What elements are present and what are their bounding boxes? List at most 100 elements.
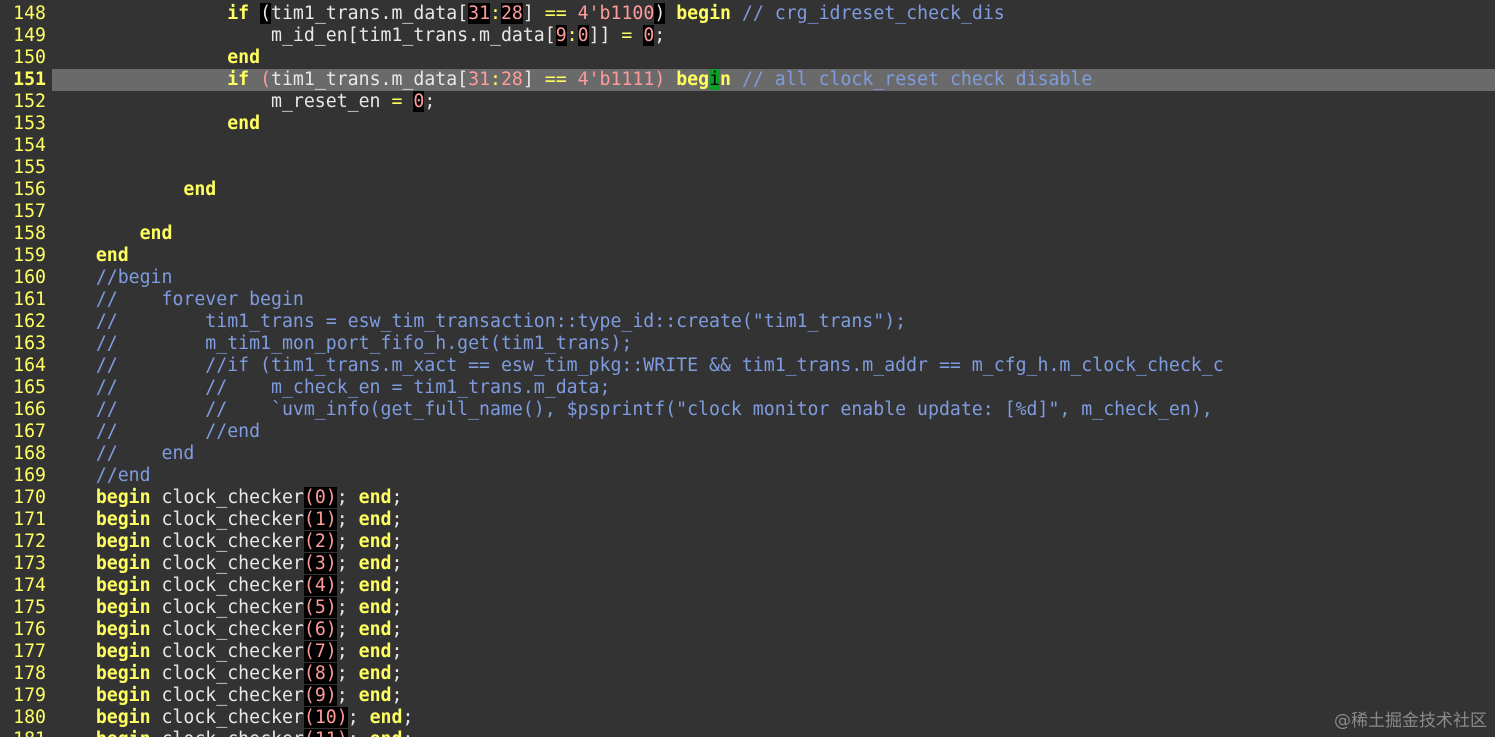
code-line[interactable]: 156 end [0,179,1495,201]
code-line[interactable]: 170 begin clock_checker(0); end; [0,487,1495,509]
code-line[interactable]: 178 begin clock_checker(8); end; [0,663,1495,685]
code-line[interactable]: 163 // m_tim1_mon_port_fifo_h.get(tim1_t… [0,333,1495,355]
code-text[interactable]: begin clock_checker(5); end; [52,597,1495,619]
code-line[interactable]: 180 begin clock_checker(10); end; [0,707,1495,729]
code-text[interactable]: begin clock_checker(0); end; [52,487,1495,509]
code-text[interactable]: end [52,223,1495,245]
code-token: end [358,641,392,662]
code-text[interactable]: m_id_en[tim1_trans.m_data[9:0]] = 0; [52,25,1495,47]
code-text[interactable]: //end [52,465,1495,487]
code-line[interactable]: 154 [0,135,1495,157]
code-line[interactable]: 173 begin clock_checker(3); end; [0,553,1495,575]
code-token: // end [95,443,195,464]
code-text[interactable]: begin clock_checker(11); end; [52,729,1495,737]
code-token: ; [402,707,414,728]
code-token: // crg_idreset_check_dis [741,3,1005,24]
code-token: ] [522,69,545,90]
code-text[interactable] [52,201,1495,223]
code-line[interactable]: 153 end [0,113,1495,135]
code-text[interactable] [52,135,1495,157]
code-line[interactable]: 175 begin clock_checker(5); end; [0,597,1495,619]
code-line[interactable]: 162 // tim1_trans = esw_tim_transaction:… [0,311,1495,333]
code-line[interactable]: 177 begin clock_checker(7); end; [0,641,1495,663]
code-text[interactable]: if (tim1_trans.m_data[31:28] == 4'b1100)… [52,3,1495,25]
code-text[interactable]: // //end [52,421,1495,443]
code-token: ; [391,575,403,596]
code-text[interactable]: end [52,47,1495,69]
code-line-current[interactable]: 151 if (tim1_trans.m_data[31:28] == 4'b1… [0,69,1495,91]
code-token: ]] [588,25,622,46]
code-token: 28 [500,69,523,90]
code-line[interactable]: 149 m_id_en[tim1_trans.m_data[9:0]] = 0; [0,25,1495,47]
code-text[interactable]: // // `uvm_info(get_full_name(), $psprin… [52,399,1495,421]
code-text[interactable]: begin clock_checker(9); end; [52,685,1495,707]
code-token: begin [95,575,151,596]
code-text[interactable]: begin clock_checker(2); end; [52,531,1495,553]
line-number: 165 [13,377,46,398]
code-text[interactable]: end [52,113,1495,135]
code-token: [ [457,3,469,24]
code-text[interactable]: // end [52,443,1495,465]
code-token: ) [325,685,337,706]
code-text[interactable]: begin clock_checker(8); end; [52,663,1495,685]
code-text[interactable]: begin clock_checker(10); end; [52,707,1495,729]
code-line[interactable]: 174 begin clock_checker(4); end; [0,575,1495,597]
code-text[interactable]: // forever begin [52,289,1495,311]
code-line[interactable]: 167 // //end [0,421,1495,443]
code-text[interactable]: if (tim1_trans.m_data[31:28] == 4'b1111)… [52,69,1495,91]
line-number: 172 [13,531,46,552]
code-token: clock_checker [150,487,304,508]
code-line[interactable]: 161 // forever begin [0,289,1495,311]
code-line[interactable]: 165 // // m_check_en = tim1_trans.m_data… [0,377,1495,399]
code-line[interactable]: 157 [0,201,1495,223]
code-token: ( [303,553,315,574]
code-line[interactable]: 152 m_reset_en = 0; [0,91,1495,113]
code-line[interactable]: 171 begin clock_checker(1); end; [0,509,1495,531]
code-text[interactable]: // //if (tim1_trans.m_xact == esw_tim_pk… [52,355,1495,377]
code-editor[interactable]: 148 if (tim1_trans.m_data[31:28] == 4'b1… [0,3,1495,737]
code-line[interactable]: 160 //begin [0,267,1495,289]
code-text[interactable]: m_reset_en = 0; [52,91,1495,113]
code-text[interactable]: // tim1_trans = esw_tim_transaction::typ… [52,311,1495,333]
code-text[interactable]: begin clock_checker(3); end; [52,553,1495,575]
code-line[interactable]: 158 end [0,223,1495,245]
code-text[interactable] [52,157,1495,179]
code-token: ( [260,3,272,24]
code-line[interactable]: 168 // end [0,443,1495,465]
code-line[interactable]: 172 begin clock_checker(2); end; [0,531,1495,553]
code-token: begin [95,663,151,684]
code-line[interactable]: 176 begin clock_checker(6); end; [0,619,1495,641]
code-line[interactable]: 169 //end [0,465,1495,487]
code-text[interactable]: end [52,245,1495,267]
code-line[interactable]: 179 begin clock_checker(9); end; [0,685,1495,707]
code-token: 2 [314,531,326,552]
code-token: : [490,69,501,90]
code-text[interactable]: begin clock_checker(1); end; [52,509,1495,531]
code-token: ; [402,729,413,737]
code-text[interactable]: end [52,179,1495,201]
code-line[interactable]: 148 if (tim1_trans.m_data[31:28] == 4'b1… [0,3,1495,25]
code-line[interactable]: 155 [0,157,1495,179]
line-number: 162 [13,311,46,332]
code-text[interactable]: // // m_check_en = tim1_trans.m_data; [52,377,1495,399]
code-token: == [544,69,567,90]
code-token: ; [391,685,403,706]
code-text[interactable]: // m_tim1_mon_port_fifo_h.get(tim1_trans… [52,333,1495,355]
code-line[interactable]: 159 end [0,245,1495,267]
code-text[interactable]: begin clock_checker(7); end; [52,641,1495,663]
code-token: ) [336,707,348,728]
code-line[interactable]: 164 // //if (tim1_trans.m_xact == esw_ti… [0,355,1495,377]
code-text[interactable]: begin clock_checker(6); end; [52,619,1495,641]
code-text[interactable]: begin clock_checker(4); end; [52,575,1495,597]
code-token: // //end [95,421,261,442]
code-line[interactable]: 150 end [0,47,1495,69]
code-line[interactable]: 166 // // `uvm_info(get_full_name(), $ps… [0,399,1495,421]
code-line[interactable]: 181 begin clock_checker(11); end; [0,729,1495,737]
code-text[interactable]: //begin [52,267,1495,289]
